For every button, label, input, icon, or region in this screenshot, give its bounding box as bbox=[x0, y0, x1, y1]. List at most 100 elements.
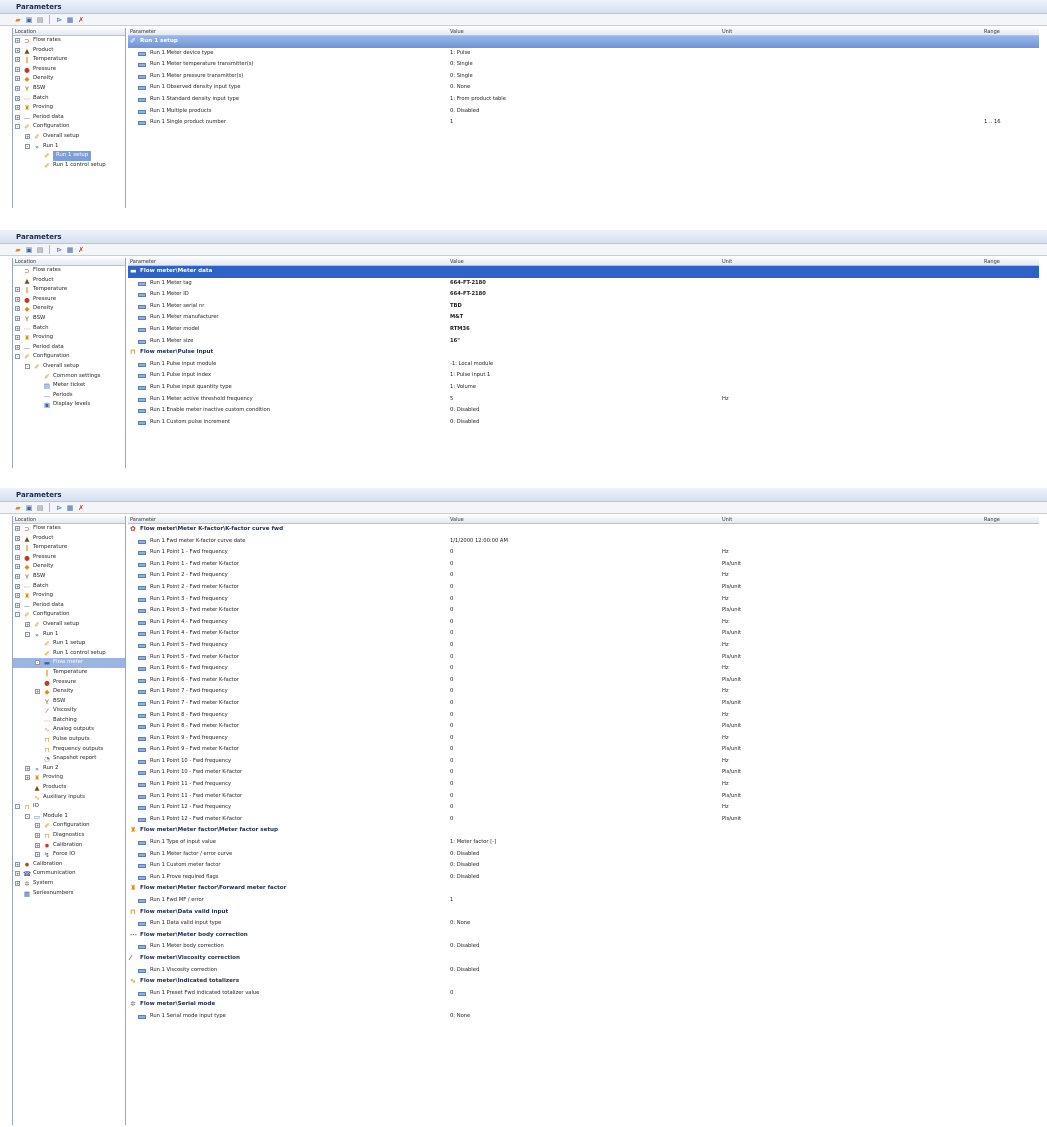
tree-item-bsw[interactable]: Y BSW bbox=[13, 697, 125, 707]
parameter-value[interactable]: 0 bbox=[450, 802, 453, 814]
tree-expander[interactable]: + bbox=[15, 526, 20, 531]
tree-item-bsw[interactable]: + Y BSW bbox=[13, 84, 125, 94]
tree-item-density[interactable]: + ◆ Density bbox=[13, 687, 125, 697]
tree-item-snapshot-report[interactable]: ◔ Snapshot report bbox=[13, 754, 125, 764]
tree-item-bsw[interactable]: + Y BSW bbox=[13, 572, 125, 582]
tree-expander[interactable]: + bbox=[15, 880, 20, 886]
parameter-value[interactable]: 16" bbox=[450, 336, 460, 348]
parameter-row[interactable]: Run 1 Custom pulse increment 0: Disabled bbox=[128, 417, 1039, 429]
tree-expander[interactable]: - bbox=[15, 612, 20, 618]
parameter-value[interactable]: 0 bbox=[450, 698, 453, 710]
tree-expander[interactable]: + bbox=[35, 842, 40, 848]
parameter-row[interactable]: Run 1 Point 11 - Fwd frequency 0 Hz bbox=[128, 779, 1039, 791]
section-header[interactable]: ⋯ Flow meter\Meter body correction bbox=[128, 930, 1039, 942]
column-header-unit[interactable]: Unit bbox=[722, 258, 732, 266]
tree-item-overall-setup[interactable]: + ✐ Overall setup bbox=[13, 132, 125, 142]
column-header-unit[interactable]: Unit bbox=[722, 28, 732, 36]
parameter-row[interactable]: Run 1 Fwd MF / error 1 bbox=[128, 895, 1039, 907]
tree-expander[interactable]: + bbox=[15, 57, 20, 63]
tree-expander[interactable]: + bbox=[25, 765, 30, 771]
column-header-value[interactable]: Value bbox=[450, 258, 464, 266]
parameter-value[interactable]: RTM36 bbox=[450, 324, 470, 336]
tree-item-proving[interactable]: + ♜ Proving bbox=[13, 333, 125, 343]
parameter-row[interactable]: Run 1 Point 4 - Fwd frequency 0 Hz bbox=[128, 617, 1039, 629]
tree-item-frequency-outputs[interactable]: ⊓ Frequency outputs bbox=[13, 745, 125, 755]
parameter-value[interactable]: 0 bbox=[450, 582, 453, 594]
section-header[interactable]: ✲ Flow meter\Serial mode bbox=[128, 999, 1039, 1011]
tree-expander[interactable]: + bbox=[15, 545, 20, 551]
tree-item-overall-setup[interactable]: + ✐ Overall setup bbox=[13, 620, 125, 630]
parameter-row[interactable]: Run 1 Point 8 - Fwd frequency 0 Hz bbox=[128, 710, 1039, 722]
tree-item-flow-meter[interactable]: - ▬ Flow meter bbox=[13, 658, 125, 668]
parameter-row[interactable]: Run 1 Point 3 - Fwd frequency 0 Hz bbox=[128, 594, 1039, 606]
tree-expander[interactable]: + bbox=[25, 133, 30, 139]
parameter-row[interactable]: Run 1 Point 8 - Fwd meter K-factor 0 Pls/u… bbox=[128, 721, 1039, 733]
parameter-row[interactable]: Run 1 Multiple products 0: Disabled bbox=[128, 106, 1039, 118]
print-icon[interactable]: ▤ bbox=[36, 16, 44, 24]
tree-item-batch[interactable]: + ⋯ Batch bbox=[13, 324, 125, 334]
tree-item-configuration[interactable]: + ✐ Configuration bbox=[13, 821, 125, 831]
parameter-value[interactable]: -1: Local module bbox=[450, 359, 493, 371]
parameter-row[interactable]: Run 1 Meter active threshold frequency 5 H… bbox=[128, 394, 1039, 406]
save-icon[interactable]: ▣ bbox=[25, 504, 33, 512]
column-header-parameter[interactable]: Parameter bbox=[130, 28, 156, 36]
filter-icon[interactable]: ⊳ bbox=[55, 504, 63, 512]
parameter-value[interactable]: 0: Disabled bbox=[450, 941, 479, 953]
parameter-value[interactable]: 0 bbox=[450, 686, 453, 698]
open-icon[interactable]: ▰ bbox=[14, 504, 22, 512]
tree-expander[interactable]: + bbox=[15, 47, 20, 53]
save-icon[interactable]: ▣ bbox=[25, 16, 33, 24]
column-header-value[interactable]: Value bbox=[450, 28, 464, 36]
tree-item-batch[interactable]: + ⋯ Batch bbox=[13, 582, 125, 592]
tree-item-product[interactable]: + ▲ Product bbox=[13, 534, 125, 544]
tree-expander[interactable]: - bbox=[15, 124, 20, 130]
tree-item-batching[interactable]: ⋯ Batching bbox=[13, 716, 125, 726]
tree-expander[interactable]: + bbox=[15, 593, 20, 599]
tree-expander[interactable]: + bbox=[15, 535, 20, 541]
tree-item-period-data[interactable]: + — Period data bbox=[13, 343, 125, 353]
tree-item-density[interactable]: + ◆ Density bbox=[13, 562, 125, 572]
tree-item-auxiliary-inputs[interactable]: ∿ Auxiliary inputs bbox=[13, 793, 125, 803]
tree-item-temperature[interactable]: ‖ Temperature bbox=[13, 668, 125, 678]
grid-icon[interactable]: ▦ bbox=[66, 504, 74, 512]
parameter-value[interactable]: 0: Disabled bbox=[450, 849, 479, 861]
tree-item-calibration[interactable]: + ✹ Calibration bbox=[13, 841, 125, 851]
parameter-value[interactable]: 0: None bbox=[450, 82, 470, 94]
parameter-row[interactable]: Run 1 Point 12 - Fwd frequency 0 Hz bbox=[128, 802, 1039, 814]
tree-item-density[interactable]: + ◆ Density bbox=[13, 74, 125, 84]
tree-item-products[interactable]: ▲ Products bbox=[13, 783, 125, 793]
save-icon[interactable]: ▣ bbox=[25, 246, 33, 254]
tree-expander[interactable]: - bbox=[35, 660, 40, 666]
tree-expander[interactable]: + bbox=[15, 871, 20, 877]
tree-expander[interactable]: - bbox=[25, 813, 30, 819]
parameter-value[interactable]: 1 bbox=[450, 895, 453, 907]
parameter-row[interactable]: Run 1 Meter factor / error curve 0: Disab… bbox=[128, 849, 1039, 861]
tree-item-temperature[interactable]: + ‖ Temperature bbox=[13, 55, 125, 65]
tree-item-calibration[interactable]: + ✹ Calibration bbox=[13, 860, 125, 870]
section-header[interactable]: ∿ Flow meter\Indicated totalizers bbox=[128, 976, 1039, 988]
parameter-row[interactable]: Run 1 Serial mode input type 0: None bbox=[128, 1011, 1039, 1023]
parameter-value[interactable]: 1/1/2000 12:00:00 AM bbox=[450, 536, 508, 548]
print-icon[interactable]: ▤ bbox=[36, 504, 44, 512]
parameter-row[interactable]: Run 1 Meter pressure transmitter(s) 0: Si… bbox=[128, 71, 1039, 83]
tree-item-product[interactable]: + ▲ Product bbox=[13, 46, 125, 56]
column-header-range[interactable]: Range bbox=[984, 28, 1000, 36]
tree-item-overall-setup[interactable]: - ✐ Overall setup bbox=[13, 362, 125, 372]
tree-expander[interactable]: + bbox=[25, 775, 30, 781]
parameter-row[interactable]: Run 1 Observed density input type 0: None bbox=[128, 82, 1039, 94]
parameter-value[interactable]: 5 bbox=[450, 394, 453, 406]
tree-expander[interactable]: + bbox=[15, 861, 20, 867]
tree-item-proving[interactable]: + ♜ Proving bbox=[13, 103, 125, 113]
tree-expander[interactable]: - bbox=[15, 804, 20, 810]
parameter-row[interactable]: Run 1 Fwd meter K-factor curve date 1/1/2… bbox=[128, 536, 1039, 548]
parameter-value[interactable]: 0: Single bbox=[450, 71, 473, 83]
tree-expander[interactable]: + bbox=[15, 105, 20, 111]
parameter-row[interactable]: Run 1 Meter model RTM36 bbox=[128, 324, 1039, 336]
tree-expander[interactable]: + bbox=[15, 85, 20, 91]
tree-expander[interactable]: + bbox=[15, 95, 20, 101]
tree-item-pressure[interactable]: + ● Pressure bbox=[13, 65, 125, 75]
section-header[interactable]: ✐ Run 1 setup bbox=[128, 36, 1039, 48]
parameter-row[interactable]: Run 1 Preset Fwd indicated totalizer val… bbox=[128, 988, 1039, 1000]
parameter-value[interactable]: 0: Disabled bbox=[450, 417, 479, 429]
tree-expander[interactable]: + bbox=[15, 296, 20, 302]
